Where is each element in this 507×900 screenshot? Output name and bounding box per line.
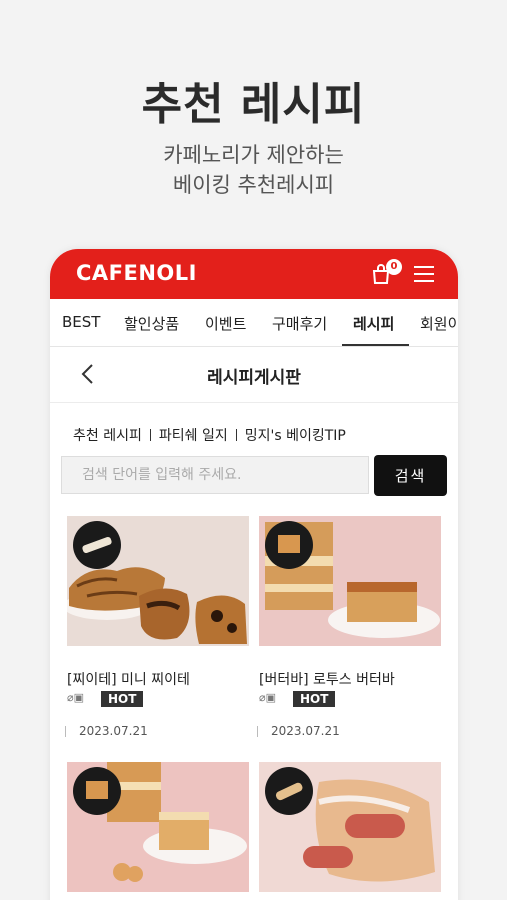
product-icon [275,782,303,801]
menu-icon[interactable] [414,266,434,282]
recipe-card[interactable] [67,762,249,892]
product-icon [82,536,112,554]
recipe-date: 2023.07.21 [65,724,148,738]
promo-subtitle-line2: 베이킹 추천레시피 [172,173,335,197]
hot-badge: HOT [101,691,144,707]
category-link-recommended[interactable]: 추천 레시피 [73,428,142,444]
search-button[interactable]: 검색 [374,455,447,496]
tab-recipe[interactable]: 레시피 [353,313,394,334]
attachment-icons: ⌀▣ [259,691,276,704]
mini-product-badge [265,767,313,815]
divider [235,429,237,441]
app-header: CAFENOLI 0 [50,249,458,299]
category-tabs: BEST 할인상품 이벤트 구매후기 레시피 회원이 [50,299,458,347]
recipe-thumbnail[interactable] [67,516,249,646]
board-category-links: 추천 레시피 파티쉐 일지 밍지's 베이킹TIP [73,425,346,445]
mini-product-badge [73,521,121,569]
category-link-baking-tip[interactable]: 밍지's 베이킹TIP [245,428,346,444]
recipe-title[interactable]: [버터바] 로투스 버터바 [259,669,395,689]
tab-member[interactable]: 회원이 [420,313,458,334]
tab-event[interactable]: 이벤트 [205,313,246,334]
promo-subtitle-line1: 카페노리가 제안하는 [163,143,344,167]
logo[interactable]: CAFENOLI [76,261,197,285]
recipe-date: 2023.07.21 [257,724,340,738]
category-link-patissier-diary[interactable]: 파티쉐 일지 [159,428,228,444]
search-input[interactable] [61,456,369,494]
attachment-icon: ⌀ [67,691,74,704]
recipe-card[interactable]: [버터바] 로투스 버터바 ⌀▣ HOT 2023.07.21 [257,516,441,738]
mini-product-badge [73,767,121,815]
hot-badge: HOT [293,691,336,707]
recipe-thumbnail[interactable] [259,516,441,646]
board-title: 레시피게시판 [207,368,301,388]
recipe-title[interactable]: [찌이테] 미니 찌이테 [67,669,190,689]
promo-title: 추천 레시피 [141,79,366,130]
attachment-icon: ⌀ [259,691,266,704]
recipe-thumbnail[interactable] [259,762,441,892]
mini-product-badge [265,521,313,569]
product-icon [278,535,300,553]
image-icon: ▣ [73,691,85,704]
recipe-card[interactable] [259,762,441,892]
recipe-thumbnail[interactable] [67,762,249,892]
product-icon [86,781,108,799]
tab-review[interactable]: 구매후기 [272,313,327,334]
promo-subtitle: 카페노리가 제안하는 베이킹 추천레시피 [0,140,507,200]
tab-best[interactable]: BEST [62,313,100,331]
board-header: 레시피게시판 [50,347,458,403]
attachment-icons: ⌀▣ [67,691,84,704]
recipe-card[interactable]: [찌이테] 미니 찌이테 ⌀▣ HOT 2023.07.21 [65,516,249,738]
divider [149,429,151,441]
cart-count-badge: 0 [386,259,402,275]
active-tab-indicator [342,344,409,346]
tab-sale[interactable]: 할인상품 [124,313,179,334]
image-icon: ▣ [265,691,277,704]
